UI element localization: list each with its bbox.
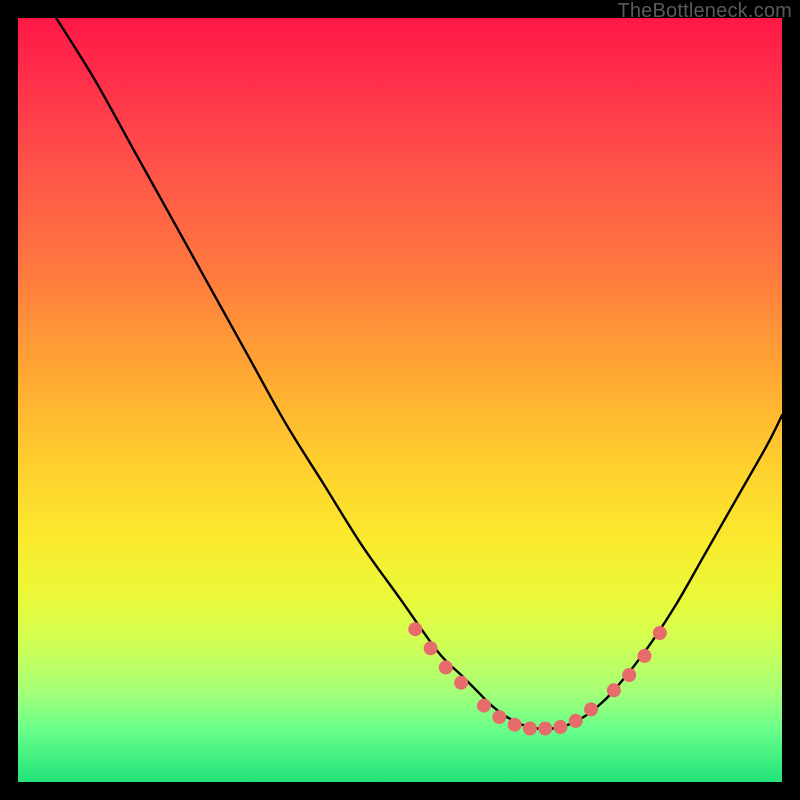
data-marker [653,626,667,640]
chart-stage: TheBottleneck.com [0,0,800,800]
curve-group [56,18,782,729]
data-marker [523,722,537,736]
data-marker [569,714,583,728]
watermark-text: TheBottleneck.com [617,0,792,23]
data-marker [408,622,422,636]
data-marker [638,649,652,663]
data-marker [492,710,506,724]
data-marker [439,660,453,674]
marker-group [408,622,667,735]
data-marker [454,676,468,690]
data-marker [622,668,636,682]
data-marker [607,683,621,697]
chart-svg [18,18,782,782]
data-marker [424,641,438,655]
data-marker [477,699,491,713]
data-marker [538,722,552,736]
data-marker [508,718,522,732]
data-marker [584,702,598,716]
data-marker [553,720,567,734]
bottleneck-curve [56,18,782,729]
chart-plot-area [18,18,782,782]
